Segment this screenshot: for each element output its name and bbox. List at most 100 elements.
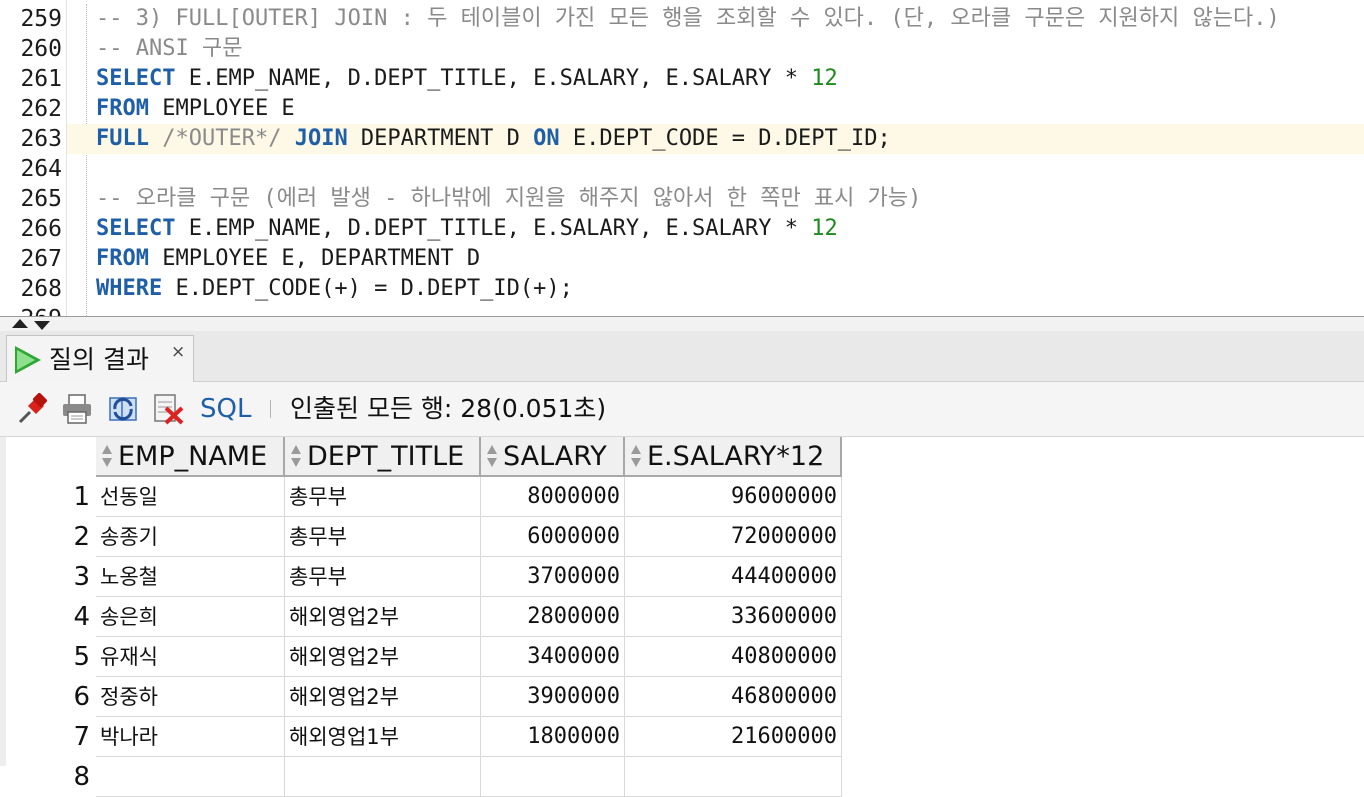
sql-comment: /*OUTER*/ (162, 126, 282, 151)
line-number: 260 (20, 36, 62, 62)
table-row[interactable]: 5 유재식 해외영업2부 3400000 40800000 (6, 637, 842, 677)
cell-emp-name[interactable]: 송종기 (96, 517, 285, 557)
cell-annual-salary[interactable]: 96000000 (625, 477, 842, 517)
column-header-annual-salary[interactable]: E.SALARY*12 (625, 437, 842, 477)
code-line[interactable]: 261 SELECT E.EMP_NAME, D.DEPT_TITLE, E.SA… (0, 64, 1364, 94)
sql-button[interactable]: SQL (200, 392, 251, 426)
cell-emp-name[interactable]: 선동일 (96, 477, 285, 517)
cell-annual-salary[interactable] (625, 757, 842, 797)
code-line[interactable]: 267 FROM EMPLOYEE E, DEPARTMENT D (0, 244, 1364, 274)
code-line[interactable]: 263 FULL /*OUTER*/ JOIN DEPARTMENT D ON E… (20, 124, 1364, 154)
sql-text: EMPLOYEE E, DEPARTMENT D (148, 246, 481, 271)
sort-icon[interactable] (631, 445, 641, 469)
code-text[interactable]: FROM EMPLOYEE E, DEPARTMENT D (96, 244, 480, 274)
column-header-emp-name[interactable]: EMP_NAME (96, 437, 285, 477)
code-text[interactable]: WHERE E.DEPT_CODE(+) = D.DEPT_ID(+); (96, 274, 573, 304)
sql-keyword: WHERE (96, 276, 163, 301)
sql-number: 12 (811, 66, 838, 91)
sort-icon[interactable] (291, 445, 301, 469)
code-line[interactable]: 264 (0, 154, 1364, 184)
refresh-icon[interactable] (106, 392, 140, 426)
cell-salary[interactable]: 3900000 (481, 677, 625, 717)
sort-icon[interactable] (487, 445, 497, 469)
column-header-salary[interactable]: SALARY (481, 437, 625, 477)
cell-emp-name[interactable]: 유재식 (96, 637, 285, 677)
table-row[interactable]: 6 정중하 해외영업2부 3900000 46800000 (6, 677, 842, 717)
close-icon[interactable]: × (171, 342, 185, 362)
code-line[interactable]: 269 (0, 304, 1364, 316)
cell-dept-title[interactable]: 해외영업2부 (285, 677, 481, 717)
table-row[interactable]: 1 선동일 총무부 8000000 96000000 (6, 477, 842, 517)
code-text[interactable]: -- ANSI 구문 (96, 34, 242, 64)
cell-emp-name[interactable] (96, 757, 285, 797)
code-text[interactable]: FULL /*OUTER*/ JOIN DEPARTMENT D ON E.DE… (96, 124, 891, 154)
code-line[interactable]: 266 SELECT E.EMP_NAME, D.DEPT_TITLE, E.SA… (0, 214, 1364, 244)
cell-annual-salary[interactable]: 72000000 (625, 517, 842, 557)
line-number: 268 (20, 276, 62, 302)
cell-dept-title[interactable]: 해외영업2부 (285, 637, 481, 677)
tab-query-result[interactable]: 질의 결과 × (6, 335, 194, 383)
sql-keyword: JOIN (294, 126, 348, 151)
print-icon[interactable] (60, 392, 94, 426)
cell-dept-title[interactable] (285, 757, 481, 797)
code-line[interactable]: 265 -- 오라클 구문 (에러 발생 - 하나밖에 지원을 해주지 않아서 한… (0, 184, 1364, 214)
clear-icon[interactable] (152, 392, 186, 426)
code-text[interactable]: -- 오라클 구문 (에러 발생 - 하나밖에 지원을 해주지 않아서 한 쪽만… (96, 184, 921, 214)
collapse-down-icon[interactable] (34, 321, 50, 330)
panel-splitter[interactable] (0, 316, 1364, 332)
sql-text: E.EMP_NAME, D.DEPT_TITLE, E.SALARY, E.SA… (175, 216, 812, 241)
cell-dept-title[interactable]: 총무부 (285, 557, 481, 597)
code-line[interactable]: 268 WHERE E.DEPT_CODE(+) = D.DEPT_ID(+); (0, 274, 1364, 304)
cell-annual-salary[interactable]: 44400000 (625, 557, 842, 597)
cell-dept-title[interactable]: 해외영업2부 (285, 597, 481, 637)
results-tabstrip: 질의 결과 × (0, 331, 1364, 383)
run-icon (15, 346, 41, 374)
code-text[interactable]: SELECT E.EMP_NAME, D.DEPT_TITLE, E.SALAR… (96, 64, 838, 94)
sort-icon[interactable] (102, 445, 112, 469)
cell-salary[interactable]: 8000000 (481, 477, 625, 517)
results-grid[interactable]: EMP_NAME DEPT_TITLE SALARY E.SALARY*12 1… (6, 437, 1364, 797)
column-header-dept-title[interactable]: DEPT_TITLE (285, 437, 481, 477)
fetch-status: 인출된 모든 행: 28(0.051초) (290, 394, 607, 423)
table-row[interactable]: 7 박나라 해외영업1부 1800000 21600000 (6, 717, 842, 757)
code-line[interactable]: 262 FROM EMPLOYEE E (0, 94, 1364, 124)
cell-salary[interactable]: 2800000 (481, 597, 625, 637)
code-text[interactable]: -- 3) FULL[OUTER] JOIN : 두 테이블이 가진 모든 행을… (96, 4, 1280, 34)
sql-editor[interactable]: 259 -- 3) FULL[OUTER] JOIN : 두 테이블이 가진 모든… (0, 0, 1364, 316)
code-text[interactable]: SELECT E.EMP_NAME, D.DEPT_TITLE, E.SALAR… (96, 214, 838, 244)
cell-salary[interactable]: 1800000 (481, 717, 625, 757)
cell-salary[interactable]: 3700000 (481, 557, 625, 597)
table-row[interactable]: 3 노옹철 총무부 3700000 44400000 (6, 557, 842, 597)
pin-icon[interactable] (16, 392, 50, 426)
cell-emp-name[interactable]: 노옹철 (96, 557, 285, 597)
cell-annual-salary[interactable]: 21600000 (625, 717, 842, 757)
table-row[interactable]: 8 (6, 757, 842, 797)
cell-annual-salary[interactable]: 40800000 (625, 637, 842, 677)
code-text[interactable]: FROM EMPLOYEE E (96, 94, 295, 124)
cell-emp-name[interactable]: 정중하 (96, 677, 285, 717)
cell-dept-title[interactable]: 총무부 (285, 517, 481, 557)
sql-keyword: SELECT (96, 66, 176, 91)
line-number: 259 (20, 6, 62, 32)
cell-salary[interactable]: 6000000 (481, 517, 625, 557)
cell-annual-salary[interactable]: 33600000 (625, 597, 842, 637)
cell-salary[interactable] (481, 757, 625, 797)
sql-comment: -- 3) FULL[OUTER] JOIN : 두 테이블이 가진 모든 행을… (96, 6, 1280, 31)
cell-emp-name[interactable]: 박나라 (96, 717, 285, 757)
table-row[interactable]: 4 송은희 해외영업2부 2800000 33600000 (6, 597, 842, 637)
sql-comment: -- 오라클 구문 (에러 발생 - 하나밖에 지원을 해주지 않아서 한 쪽만… (96, 186, 922, 211)
code-line[interactable]: 259 -- 3) FULL[OUTER] JOIN : 두 테이블이 가진 모든… (0, 4, 1364, 34)
sql-text: E.DEPT_CODE(+) = D.DEPT_ID(+); (162, 276, 573, 301)
cell-emp-name[interactable]: 송은희 (96, 597, 285, 637)
table-row[interactable]: 2 송종기 총무부 6000000 72000000 (6, 517, 842, 557)
cell-annual-salary[interactable]: 46800000 (625, 677, 842, 717)
code-line[interactable]: 260 -- ANSI 구문 (0, 34, 1364, 64)
cell-dept-title[interactable]: 총무부 (285, 477, 481, 517)
collapse-up-icon[interactable] (12, 319, 28, 328)
row-number: 7 (73, 722, 90, 752)
sql-keyword: FROM (96, 96, 149, 121)
cell-dept-title[interactable]: 해외영업1부 (285, 717, 481, 757)
cell-salary[interactable]: 3400000 (481, 637, 625, 677)
